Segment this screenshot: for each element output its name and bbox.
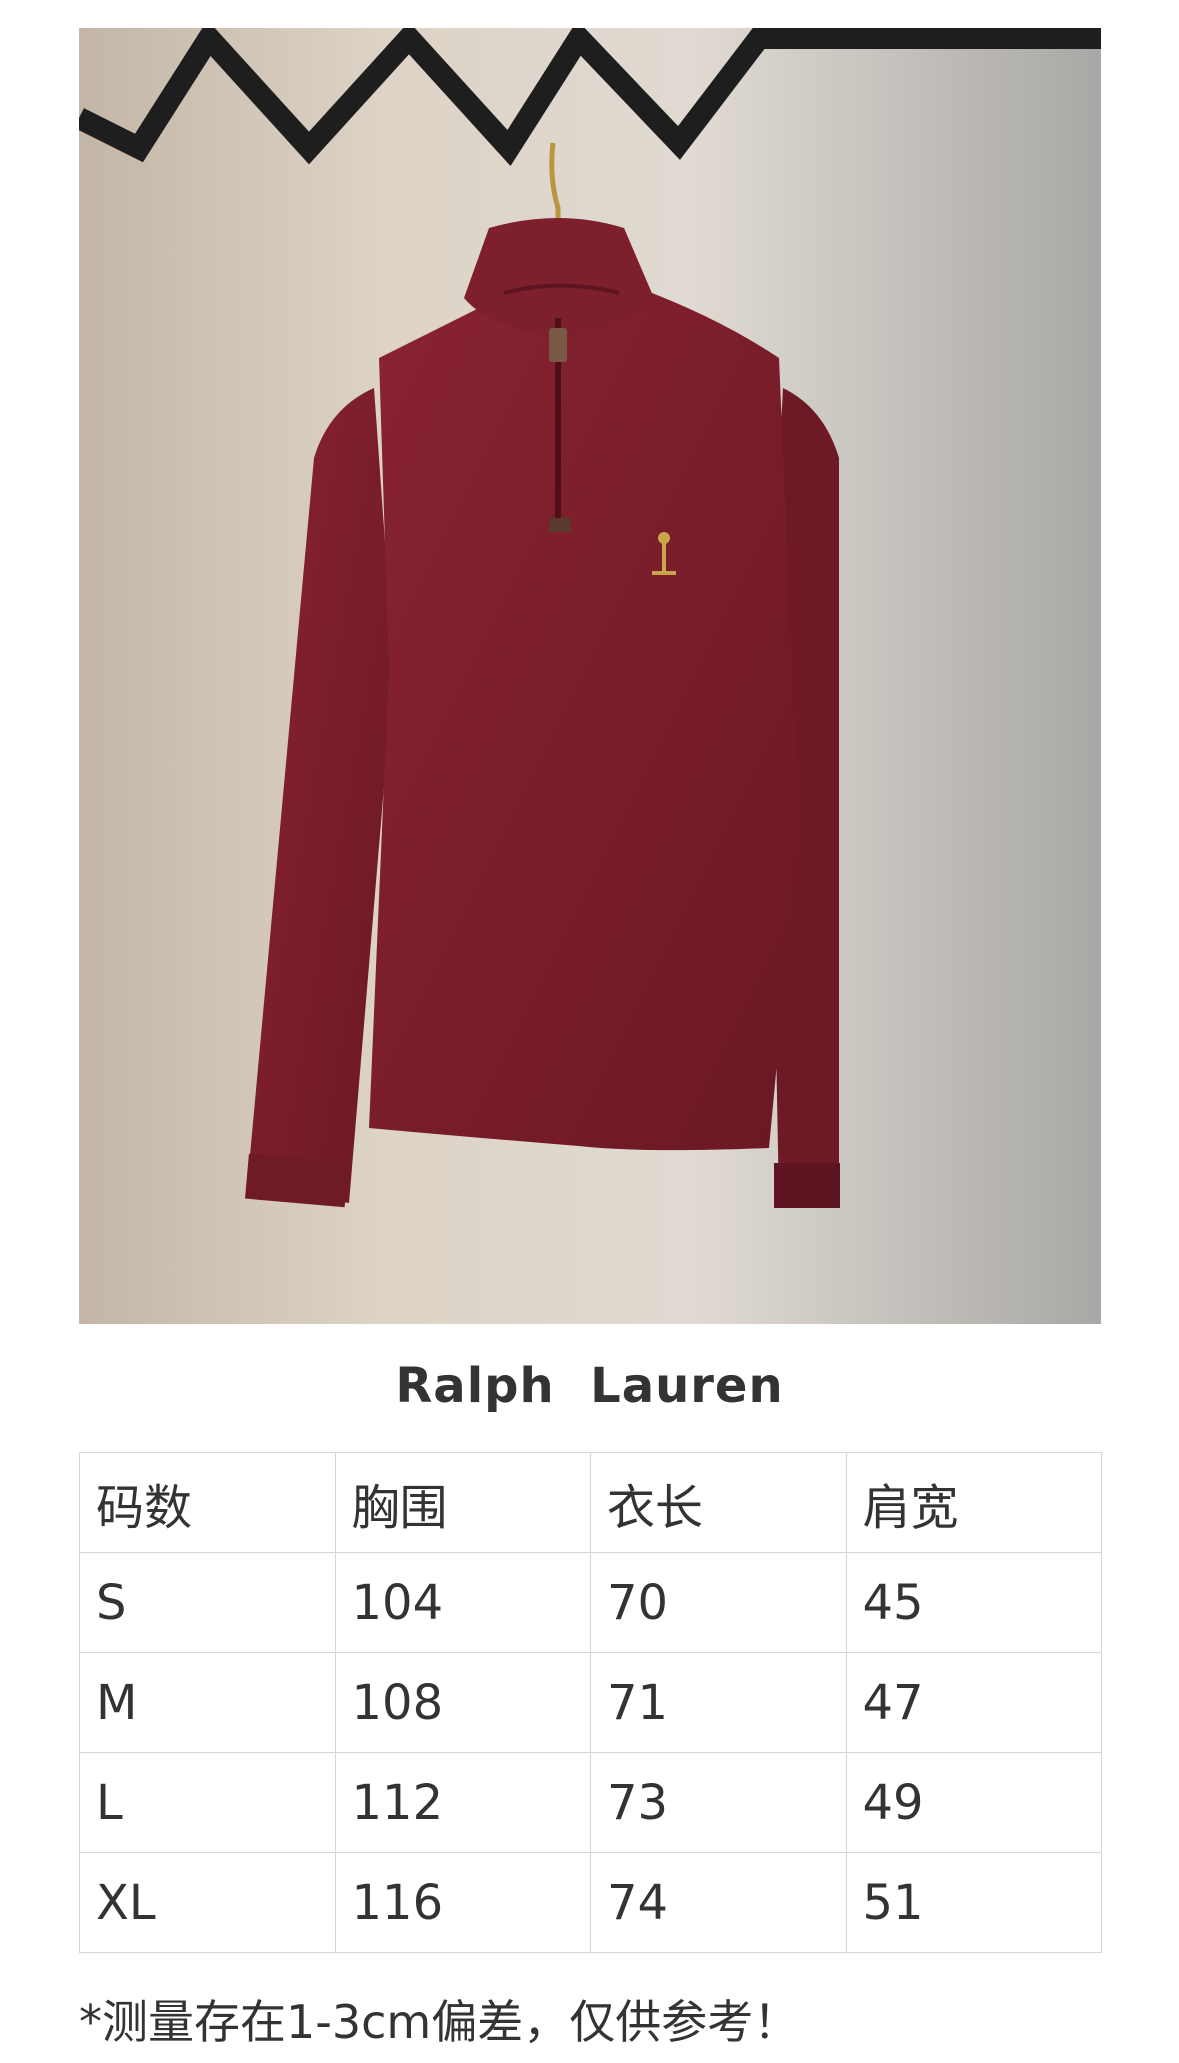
cell-chest: 112	[334, 1752, 591, 1853]
table-row: L 112 73 49	[79, 1752, 1102, 1853]
cell-size: L	[79, 1752, 336, 1853]
header-size: 码数	[79, 1452, 336, 1553]
cell-shoulder: 47	[845, 1652, 1102, 1753]
hanging-sweater-photo	[79, 28, 1101, 1324]
cell-length: 70	[590, 1552, 847, 1653]
cell-chest: 104	[334, 1552, 591, 1653]
table-header-row: 码数 胸围 衣长 肩宽	[79, 1452, 1102, 1553]
table-row: S 104 70 45	[79, 1552, 1102, 1653]
measurement-note: *测量存在1-3cm偏差，仅供参考！	[79, 1995, 800, 2049]
cell-length: 71	[590, 1652, 847, 1753]
product-photo	[79, 28, 1101, 1324]
brand-title: Ralph Lauren	[395, 1358, 784, 1414]
table-row: XL 116 74 51	[79, 1852, 1102, 1953]
size-table: 码数 胸围 衣长 肩宽 S 104 70 45 M 108 71 47 L 11…	[79, 1452, 1102, 1953]
cell-size: M	[79, 1652, 336, 1753]
table-row: M 108 71 47	[79, 1652, 1102, 1753]
header-chest: 胸围	[334, 1452, 591, 1553]
cell-size: XL	[79, 1852, 336, 1953]
header-length: 衣长	[590, 1452, 847, 1553]
cell-shoulder: 45	[845, 1552, 1102, 1653]
cell-size: S	[79, 1552, 336, 1653]
cell-shoulder: 51	[845, 1852, 1102, 1953]
cell-length: 74	[590, 1852, 847, 1953]
cell-chest: 116	[334, 1852, 591, 1953]
cell-length: 73	[590, 1752, 847, 1853]
cell-shoulder: 49	[845, 1752, 1102, 1853]
header-shoulder: 肩宽	[845, 1452, 1102, 1553]
cell-chest: 108	[334, 1652, 591, 1753]
